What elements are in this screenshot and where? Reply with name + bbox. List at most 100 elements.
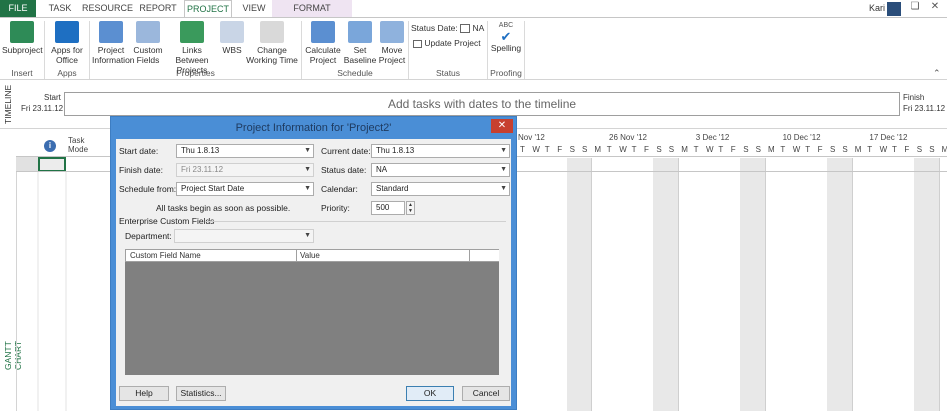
ribbon-tab-bar: FILE TASK RESOURCE REPORT PROJECT VIEW F…: [0, 0, 947, 17]
priority-label: Priority:: [321, 203, 350, 213]
current-date-label: Current date:: [321, 146, 371, 156]
help-button[interactable]: Help: [119, 386, 169, 401]
weekend-column: [827, 158, 840, 411]
update-icon: [413, 39, 422, 48]
info-icon[interactable]: i: [44, 140, 56, 152]
tab-report[interactable]: REPORT: [136, 0, 180, 17]
project-information-button[interactable]: Project Information: [92, 21, 135, 65]
calculate-project-button[interactable]: Calculate Project: [304, 21, 342, 65]
tab-view[interactable]: VIEW: [236, 0, 272, 17]
timeline-start-label: Start: [44, 93, 61, 102]
tab-task[interactable]: TASK: [42, 0, 78, 17]
custom-fields-button[interactable]: Custom Fields: [132, 21, 164, 65]
gantt-chart-area: [517, 158, 947, 411]
custom-fields-table-body[interactable]: [125, 262, 499, 375]
dropdown-icon: ▼: [304, 166, 311, 173]
links-between-projects-button[interactable]: Links Between Projects: [166, 21, 218, 75]
cancel-button[interactable]: Cancel: [462, 386, 510, 401]
weekend-column: [839, 158, 852, 411]
timeline-side-label: TIMELINE: [3, 84, 13, 124]
schedule-note: All tasks begin as soon as possible.: [156, 203, 291, 213]
group-label-apps: Apps: [57, 68, 77, 78]
move-icon: [380, 21, 404, 43]
start-date-field[interactable]: Thu 1.8.13 ▼: [176, 144, 314, 158]
group-label-insert: Insert: [11, 68, 33, 78]
dropdown-icon: ▼: [500, 147, 507, 154]
day-column: [877, 158, 889, 411]
start-date-label: Start date:: [119, 146, 159, 156]
day-label: W: [792, 145, 801, 154]
change-working-time-button[interactable]: Change Working Time: [246, 21, 298, 65]
day-label: F: [817, 145, 823, 154]
col-custom-field-name: Custom Field Name: [130, 251, 201, 260]
statistics-button[interactable]: Statistics...: [176, 386, 226, 401]
collapse-ribbon-icon[interactable]: ⌃: [933, 68, 941, 79]
day-label: S: [668, 145, 675, 154]
day-label: S: [743, 145, 749, 154]
wbs-button[interactable]: WBS: [220, 21, 244, 55]
status-date-field[interactable]: NA ▼: [371, 163, 510, 177]
day-column: [765, 158, 777, 411]
tab-resource[interactable]: RESOURCE: [82, 0, 133, 17]
day-column: [901, 158, 913, 411]
close-icon[interactable]: ✕: [926, 1, 944, 16]
apps-icon: [55, 21, 79, 43]
move-project-button[interactable]: Move Project: [378, 21, 406, 65]
finish-date-field: Fri 23.11.12 ▼: [176, 163, 314, 177]
timeline-bar[interactable]: Add tasks with dates to the timeline: [64, 92, 900, 116]
timeline-finish-label: Finish: [903, 93, 925, 102]
day-column: [629, 158, 641, 411]
day-column: [790, 158, 802, 411]
ribbon: Subproject Apps for Office Project Infor…: [0, 17, 947, 80]
day-label: T: [780, 145, 786, 154]
day-label: F: [904, 145, 910, 154]
day-column: [938, 158, 947, 411]
subproject-button[interactable]: Subproject: [2, 21, 43, 55]
day-label: W: [706, 145, 714, 154]
day-label: S: [830, 145, 836, 154]
custom-fields-icon: [136, 21, 160, 43]
col-value: Value: [300, 251, 320, 260]
baseline-icon: [348, 21, 372, 43]
col-task-mode[interactable]: Task Mode: [68, 136, 102, 154]
weekend-column: [653, 158, 666, 411]
schedule-from-select[interactable]: Project Start Date ▼: [176, 182, 314, 196]
links-icon: [180, 21, 204, 43]
day-label: S: [569, 145, 575, 154]
dialog-body: Start date: Thu 1.8.13 ▼ Finish date: Fri…: [116, 139, 511, 406]
day-column: [554, 158, 566, 411]
table-scrollbar[interactable]: [499, 249, 510, 375]
day-column: [542, 158, 554, 411]
spelling-button[interactable]: ABC ✔ Spelling: [490, 21, 522, 53]
restore-icon[interactable]: ❏: [906, 1, 924, 16]
priority-field[interactable]: 500: [371, 201, 405, 215]
avatar[interactable]: [887, 2, 901, 16]
day-label: W: [879, 145, 888, 154]
ok-button[interactable]: OK: [406, 386, 454, 401]
set-baseline-button[interactable]: Set Baseline: [342, 21, 378, 65]
selected-cell[interactable]: [38, 157, 66, 172]
current-date-field[interactable]: Thu 1.8.13 ▼: [371, 144, 510, 158]
week-label: 3 Dec '12: [695, 133, 730, 142]
wbs-icon: [220, 21, 244, 43]
tab-file[interactable]: FILE: [0, 0, 36, 17]
custom-fields-table-header: Custom Field Name Value: [125, 249, 500, 262]
department-label: Department:: [125, 231, 172, 241]
status-date-button[interactable]: Status Date: NA: [411, 23, 484, 34]
timescale: Nov '12 26 Nov '12 3 Dec '12 10 Dec '12 17 D…: [517, 130, 947, 157]
calendar-select[interactable]: Standard ▼: [371, 182, 510, 196]
day-column: [678, 158, 690, 411]
day-column: [591, 158, 603, 411]
dialog-close-button[interactable]: ✕: [491, 119, 513, 133]
update-project-button[interactable]: Update Project: [413, 38, 481, 48]
priority-spinner[interactable]: ▲ ▼: [406, 201, 415, 215]
tab-project[interactable]: PROJECT: [184, 0, 232, 17]
calculator-icon: [311, 21, 335, 43]
day-label: S: [582, 145, 588, 154]
apps-for-office-button[interactable]: Apps for Office: [47, 21, 87, 65]
tab-format[interactable]: FORMAT: [272, 0, 352, 17]
day-label: S: [842, 145, 848, 154]
day-column: [864, 158, 876, 411]
user-name[interactable]: Kari: [869, 3, 885, 13]
status-date-label: Status date:: [321, 165, 367, 175]
